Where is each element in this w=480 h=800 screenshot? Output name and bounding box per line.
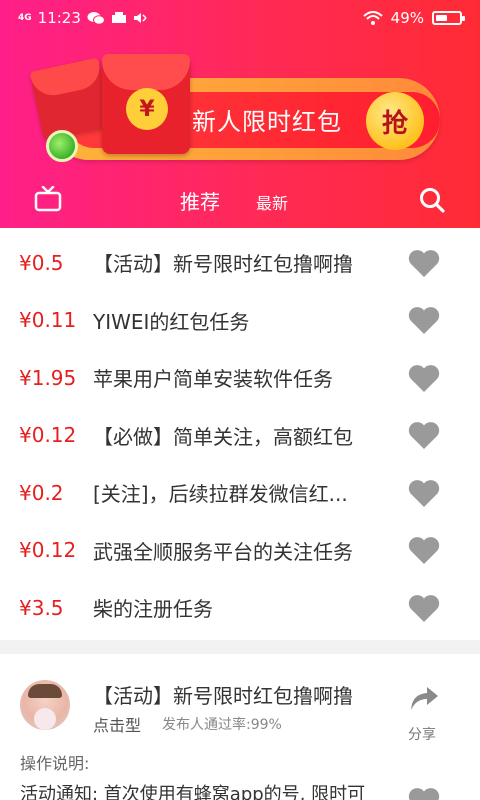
task-row[interactable]: ¥0.2 [关注]，后续拉群发微信红... [0, 464, 480, 522]
top-nav: 推荐 最新 [0, 178, 480, 222]
heart-icon[interactable] [407, 305, 441, 335]
tab-latest[interactable]: 最新 [256, 190, 288, 214]
heart-icon[interactable] [407, 420, 441, 450]
message-icon [111, 12, 126, 23]
task-price: ¥1.95 [19, 365, 77, 390]
wifi-icon [362, 11, 383, 25]
task-title: YIWEI的红包任务 [93, 309, 250, 334]
heart-icon[interactable] [407, 786, 441, 800]
task-title: 【活动】新号限时红包撸啊撸 [93, 252, 353, 277]
wechat-icon [87, 12, 105, 25]
avatar[interactable] [20, 680, 70, 730]
task-price: ¥0.12 [19, 538, 77, 563]
task-title: 【必做】简单关注，高额红包 [93, 424, 353, 449]
network-indicator: 4G [18, 12, 32, 23]
grab-button[interactable]: 抢 [366, 92, 424, 150]
status-right: 49% [362, 9, 465, 27]
task-title: 苹果用户简单安装软件任务 [93, 367, 333, 392]
section-divider [0, 640, 480, 654]
header: 4G 11:23 49% ¥ 新人限时红包 抢 推荐 最新 [0, 0, 480, 228]
detail-type: 点击型 [93, 716, 142, 735]
status-time: 11:23 [37, 9, 81, 27]
battery-percent: 49% [390, 9, 424, 27]
detail-title: 【活动】新号限时红包撸啊撸 [93, 684, 353, 708]
task-row[interactable]: ¥0.12 【必做】简单关注，高额红包 [0, 407, 480, 465]
task-row[interactable]: ¥3.5 柴的注册任务 [0, 579, 480, 637]
heart-icon[interactable] [407, 535, 441, 565]
heart-icon[interactable] [407, 248, 441, 278]
battery-icon [432, 11, 465, 25]
heart-icon[interactable] [407, 593, 441, 623]
tv-icon[interactable] [34, 186, 62, 212]
task-row[interactable]: ¥0.5 【活动】新号限时红包撸啊撸 [0, 234, 480, 292]
task-title: 柴的注册任务 [93, 597, 213, 622]
share-icon[interactable] [408, 684, 440, 714]
task-row[interactable]: ¥1.95 苹果用户简单安装软件任务 [0, 349, 480, 407]
new-user-redpacket-banner[interactable]: ¥ 新人限时红包 抢 [29, 54, 444, 164]
heart-icon[interactable] [407, 363, 441, 393]
status-bar: 4G 11:23 49% [0, 0, 480, 36]
task-detail-card[interactable]: 【活动】新号限时红包撸啊撸 点击型 发布人通过率:99% 分享 操作说明: 活动… [0, 654, 480, 800]
volume-icon [133, 13, 147, 23]
task-price: ¥0.2 [19, 480, 64, 505]
coin-icon [46, 130, 78, 162]
share-label[interactable]: 分享 [408, 724, 436, 744]
battery-level [436, 15, 447, 21]
publisher-approval-rate: 发布人通过率:99% [162, 717, 282, 733]
task-row[interactable]: ¥0.12 武强全顺服务平台的关注任务 [0, 522, 480, 580]
yen-symbol: ¥ [126, 88, 168, 130]
task-row[interactable]: ¥0.11 YIWEI的红包任务 [0, 292, 480, 350]
instructions-text: 活动通知: 首次使用有蜂窝app的号, 限时可 [20, 784, 366, 800]
task-price: ¥3.5 [19, 595, 64, 620]
banner-text: 新人限时红包 [192, 108, 342, 136]
tab-recommend[interactable]: 推荐 [180, 186, 220, 215]
status-left: 4G 11:23 [18, 9, 147, 27]
task-price: ¥0.12 [19, 423, 77, 448]
task-title: [关注]，后续拉群发微信红... [93, 482, 348, 507]
red-envelope-back-icon [29, 57, 113, 141]
task-price: ¥0.5 [19, 250, 64, 275]
task-title: 武强全顺服务平台的关注任务 [93, 539, 353, 564]
heart-icon[interactable] [407, 478, 441, 508]
task-price: ¥0.11 [19, 308, 77, 333]
instructions-label: 操作说明: [20, 754, 90, 773]
search-icon[interactable] [418, 186, 446, 214]
task-list: ¥0.5 【活动】新号限时红包撸啊撸 ¥0.11 YIWEI的红包任务 ¥1.9… [0, 234, 480, 637]
red-envelope-icon: ¥ [102, 54, 190, 154]
